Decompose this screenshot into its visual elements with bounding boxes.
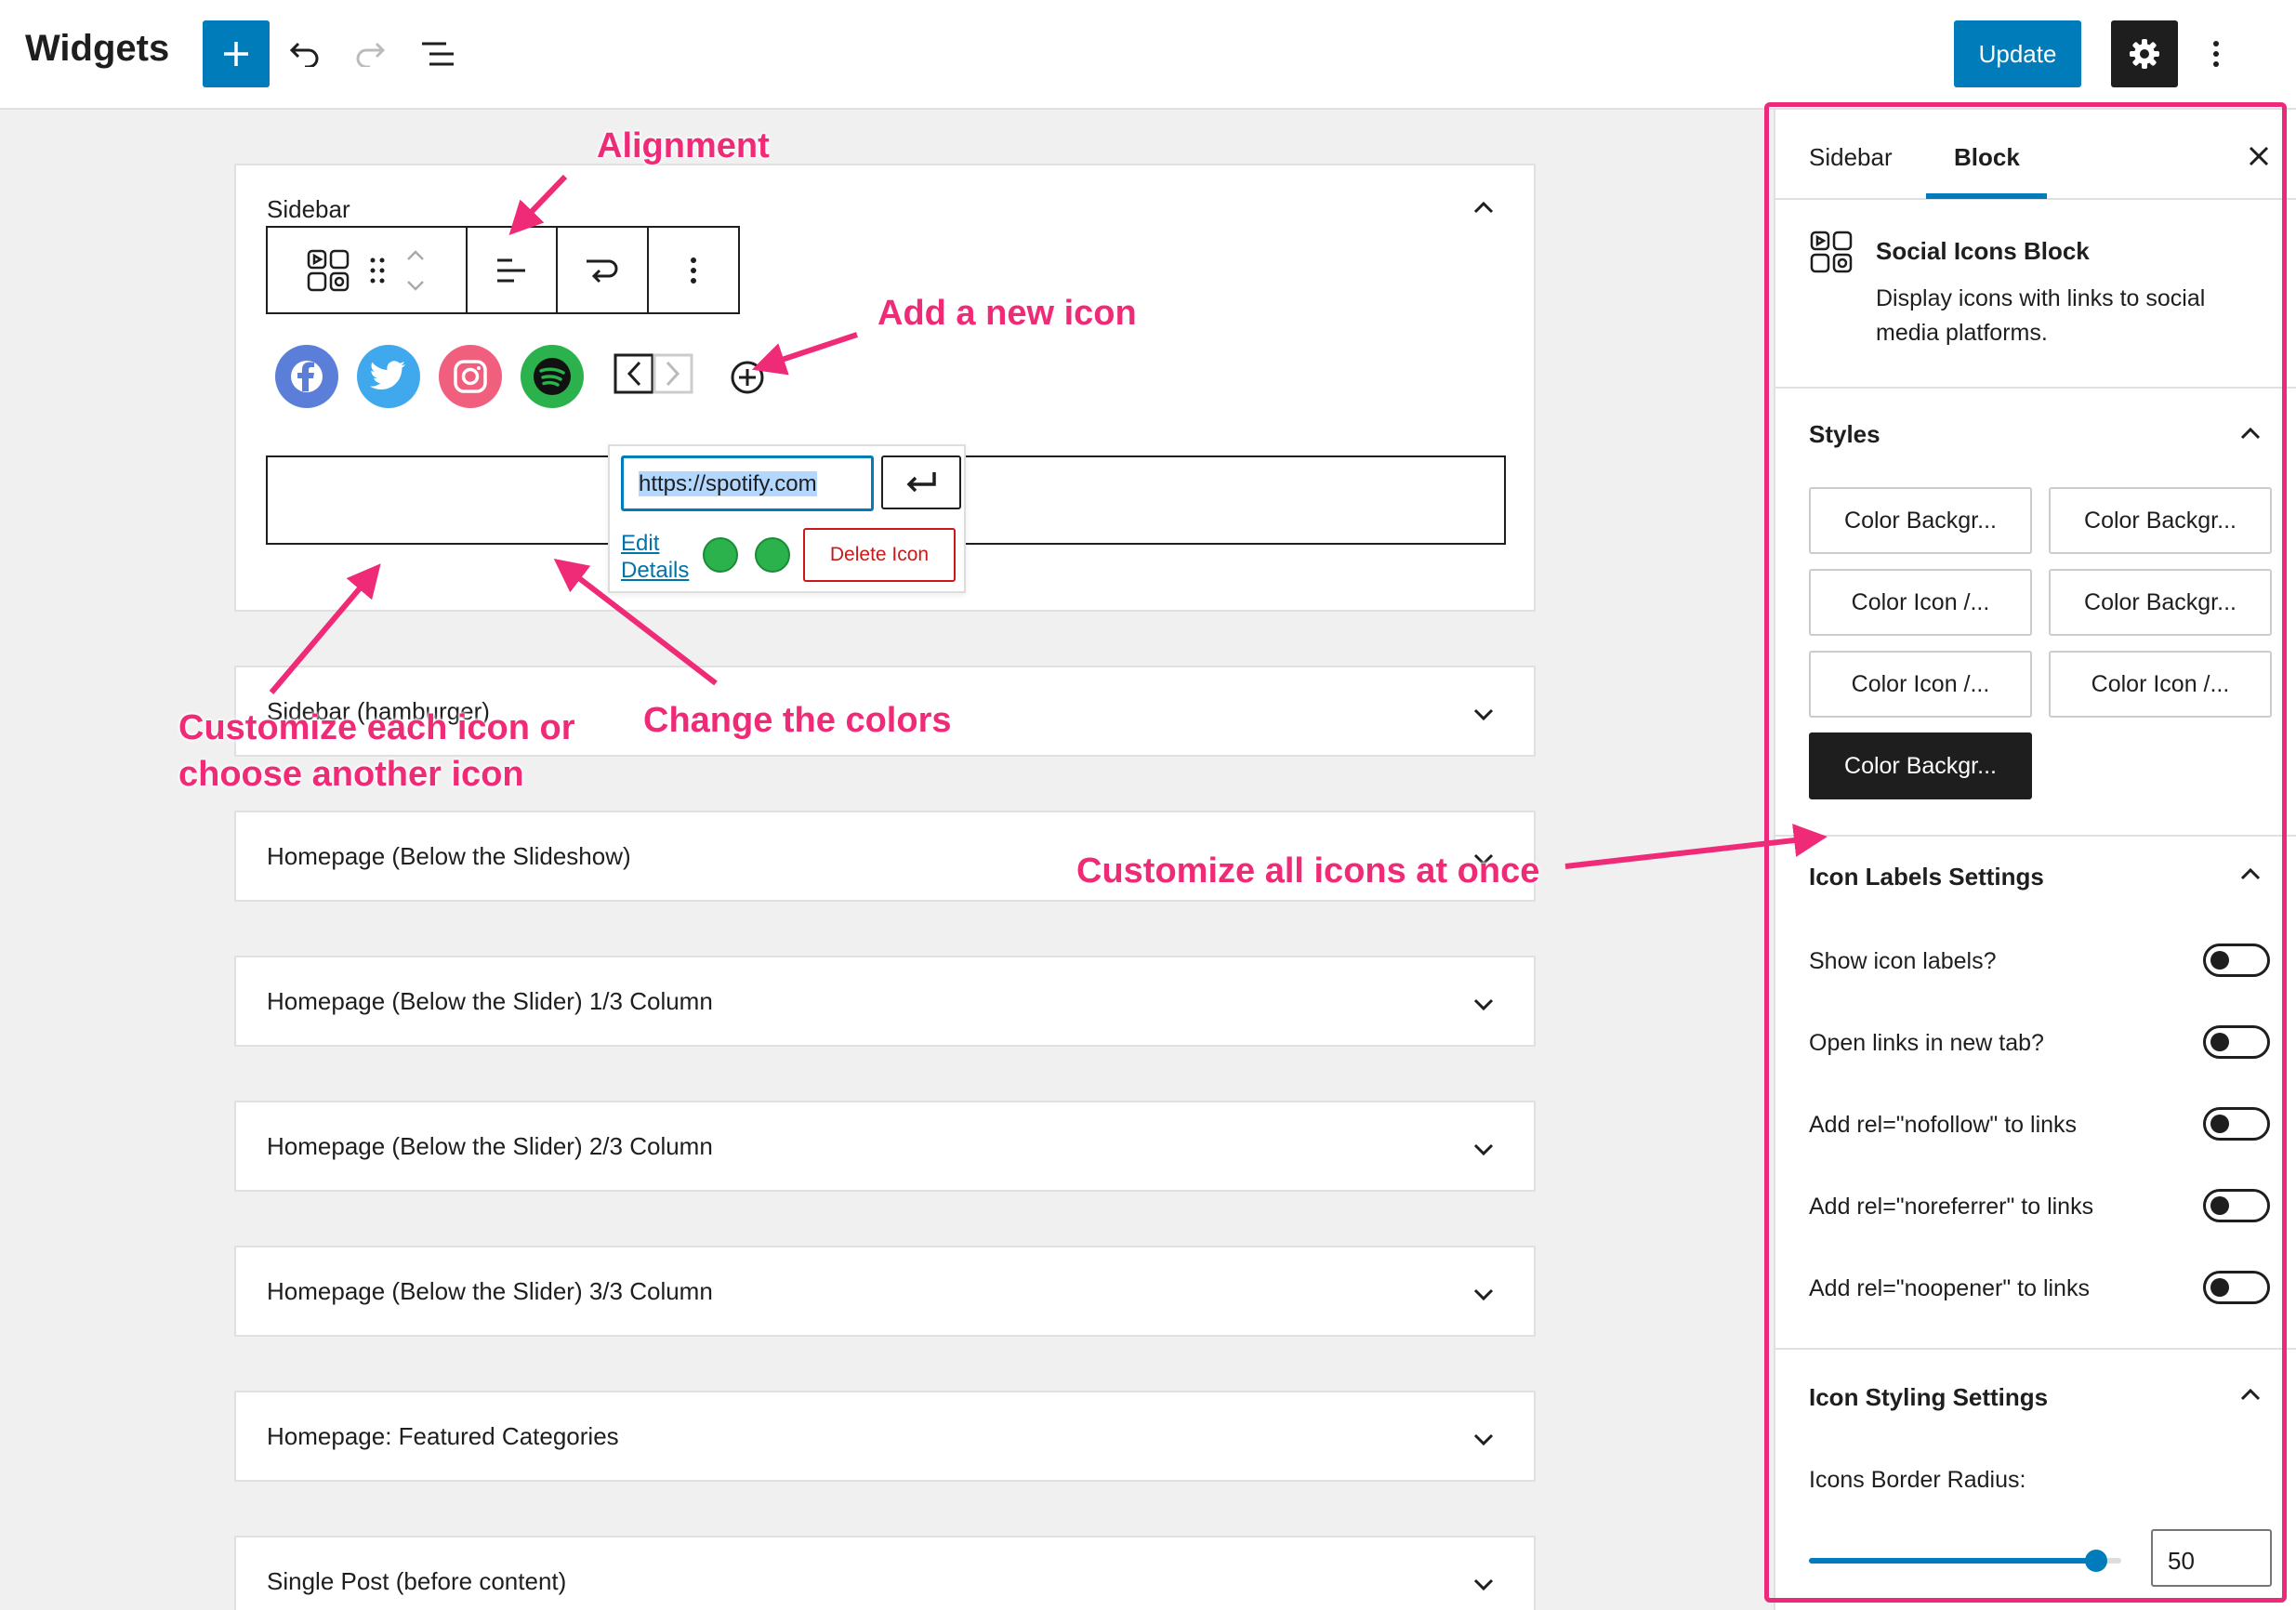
widget-area[interactable]: Homepage (Below the Slider) 2/3 Column xyxy=(234,1101,1536,1192)
gear-icon xyxy=(2130,39,2159,69)
apply-url-button[interactable] xyxy=(881,455,961,509)
expand-button[interactable] xyxy=(1471,1281,1497,1307)
undo-button[interactable] xyxy=(279,28,331,80)
block-options-button[interactable] xyxy=(649,228,738,312)
settings-button[interactable] xyxy=(2111,20,2178,87)
update-button[interactable]: Update xyxy=(1954,20,2081,87)
plus-circle-icon xyxy=(731,361,764,394)
wrap-icon xyxy=(587,259,618,283)
chevron-down-icon xyxy=(1473,1288,1494,1301)
widget-area[interactable]: Single Post (before content) xyxy=(234,1536,1536,1610)
more-options-button[interactable] xyxy=(2197,28,2235,80)
align-left-icon xyxy=(497,258,526,282)
enter-icon xyxy=(906,472,936,493)
widget-area-title: Sidebar xyxy=(267,195,350,223)
twitter-icon[interactable] xyxy=(357,345,420,408)
spotify-icon[interactable] xyxy=(521,345,584,408)
annotation-customize-each: Customize each icon or xyxy=(178,708,575,747)
list-view-icon xyxy=(422,42,454,66)
add-block-button[interactable] xyxy=(203,20,270,87)
url-value: https://spotify.com xyxy=(639,471,817,496)
widget-area-title: Homepage (Below the Slider) 1/3 Column xyxy=(267,987,713,1015)
redo-button[interactable] xyxy=(344,28,396,80)
annotation-customize-each-line2: choose another icon xyxy=(178,755,524,794)
page-title: Widgets xyxy=(25,28,170,69)
chevron-down-icon xyxy=(1473,998,1494,1011)
justify-wrap-button[interactable] xyxy=(558,228,650,312)
icon-nav-arrows[interactable] xyxy=(614,353,693,394)
widget-area-title: Homepage: Featured Categories xyxy=(267,1422,619,1450)
undo-icon xyxy=(289,42,319,67)
url-input[interactable]: https://spotify.com xyxy=(621,455,874,511)
collapse-button[interactable] xyxy=(1471,195,1497,221)
plus-icon xyxy=(224,42,248,66)
alignment-button[interactable] xyxy=(468,228,559,312)
delete-icon-button[interactable]: Delete Icon xyxy=(803,528,956,582)
top-bar: Widgets Update xyxy=(0,0,2296,110)
facebook-icon[interactable] xyxy=(275,345,338,408)
redo-icon xyxy=(356,42,386,67)
widget-area-title: Homepage (Below the Slideshow) xyxy=(267,842,631,870)
widget-area[interactable]: Homepage (Below the Slider) 3/3 Column xyxy=(234,1246,1536,1337)
ellipsis-vertical-icon xyxy=(2213,41,2219,67)
annotation-add-icon: Add a new icon xyxy=(877,294,1137,333)
expand-button[interactable] xyxy=(1471,1136,1497,1162)
block-type-group xyxy=(268,228,468,312)
ellipsis-vertical-icon xyxy=(691,257,697,284)
icon-color-swatch[interactable] xyxy=(703,537,738,573)
add-social-icon-button[interactable] xyxy=(729,359,766,396)
social-link-popover: https://spotify.com Edit Details Delete … xyxy=(608,444,966,593)
annotation-customize-all: Customize all icons at once xyxy=(1076,851,1540,891)
chevron-down-icon xyxy=(1473,1143,1494,1156)
social-icons-block-icon[interactable] xyxy=(306,248,350,293)
chevron-up-icon xyxy=(1473,201,1494,214)
instagram-icon[interactable] xyxy=(439,345,502,408)
drag-handle-icon[interactable] xyxy=(369,256,386,285)
chevron-down-icon xyxy=(1473,1578,1494,1591)
chevron-left-right-icon xyxy=(614,353,693,394)
expand-button[interactable] xyxy=(1471,991,1497,1017)
chevron-down-icon xyxy=(1473,1433,1494,1446)
widget-area-title: Homepage (Below the Slider) 3/3 Column xyxy=(267,1277,713,1305)
widget-area-title: Homepage (Below the Slider) 2/3 Column xyxy=(267,1132,713,1160)
background-color-swatch[interactable] xyxy=(755,537,790,573)
annotation-change-colors: Change the colors xyxy=(643,701,952,740)
list-view-button[interactable] xyxy=(413,28,465,80)
widget-area[interactable]: Homepage (Below the Slider) 1/3 Column xyxy=(234,956,1536,1047)
widget-area-title: Single Post (before content) xyxy=(267,1567,567,1595)
move-up-down-icon[interactable] xyxy=(404,246,427,295)
expand-button[interactable] xyxy=(1471,1571,1497,1597)
panel-highlight-frame xyxy=(1764,102,2287,1603)
annotation-alignment: Alignment xyxy=(597,126,770,165)
expand-button[interactable] xyxy=(1471,1426,1497,1452)
widget-area-sidebar: Sidebar https://spotify.com Edit Details… xyxy=(234,164,1536,612)
chevron-down-icon xyxy=(1473,708,1494,721)
expand-button[interactable] xyxy=(1471,701,1497,727)
widget-area[interactable]: Homepage: Featured Categories xyxy=(234,1391,1536,1482)
edit-details-link[interactable]: Edit Details xyxy=(621,530,714,584)
block-toolbar xyxy=(266,226,740,314)
